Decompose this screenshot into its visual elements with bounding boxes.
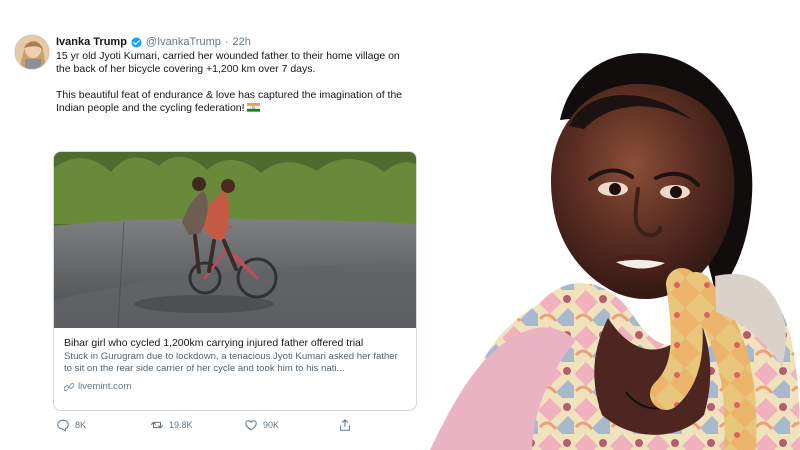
author-handle[interactable]: @IvankaTrump bbox=[146, 36, 221, 48]
tweet-header: Ivanka Trump @IvankaTrump · 22h bbox=[56, 34, 251, 50]
jyoti-kumari-portrait bbox=[430, 38, 800, 450]
share-icon bbox=[338, 418, 352, 432]
like-action[interactable]: 90K bbox=[244, 418, 338, 432]
retweet-count: 19.8K bbox=[169, 420, 193, 430]
reply-count: 8K bbox=[75, 420, 87, 430]
card-image[interactable] bbox=[54, 152, 416, 328]
tweet-text-paragraph-2-text: This beautiful feat of endurance & love … bbox=[56, 89, 403, 114]
tweet-actions: 8K 19.8K 90K bbox=[56, 417, 376, 433]
avatar-image bbox=[15, 35, 49, 69]
author-name[interactable]: Ivanka Trump bbox=[56, 36, 127, 48]
tweet-text: 15 yr old Jyoti Kumari, carried her woun… bbox=[56, 50, 411, 115]
tweet-screenshot: Ivanka Trump @IvankaTrump · 22h 15 yr ol… bbox=[8, 28, 418, 432]
portrait-photo bbox=[430, 38, 800, 450]
verified-icon bbox=[131, 36, 142, 48]
tweet-text-paragraph-2: This beautiful feat of endurance & love … bbox=[56, 89, 411, 115]
card-domain-link[interactable]: livemint.com bbox=[63, 381, 406, 393]
retweet-icon bbox=[150, 418, 164, 432]
tweet-text-paragraph-1: 15 yr old Jyoti Kumari, carried her woun… bbox=[56, 50, 400, 75]
like-icon bbox=[244, 418, 258, 432]
reply-action[interactable]: 8K bbox=[56, 418, 150, 432]
share-action[interactable] bbox=[338, 418, 362, 432]
link-card[interactable]: Bihar girl who cycled 1,200km carrying i… bbox=[53, 151, 417, 411]
tweet-time[interactable]: 22h bbox=[233, 36, 251, 48]
card-domain[interactable]: livemint.com bbox=[78, 381, 131, 393]
card-photo bbox=[54, 152, 416, 328]
retweet-action[interactable]: 19.8K bbox=[150, 418, 244, 432]
author-avatar[interactable] bbox=[14, 34, 50, 70]
card-title[interactable]: Bihar girl who cycled 1,200km carrying i… bbox=[64, 337, 406, 349]
reply-icon bbox=[56, 418, 70, 432]
like-count: 90K bbox=[263, 420, 280, 430]
header-separator: · bbox=[224, 36, 229, 48]
card-text[interactable]: Bihar girl who cycled 1,200km carrying i… bbox=[54, 329, 416, 410]
india-flag-icon bbox=[246, 103, 260, 112]
card-description: Stuck in Gurugram due to lockdown, a ten… bbox=[64, 351, 398, 374]
link-icon bbox=[63, 382, 75, 392]
